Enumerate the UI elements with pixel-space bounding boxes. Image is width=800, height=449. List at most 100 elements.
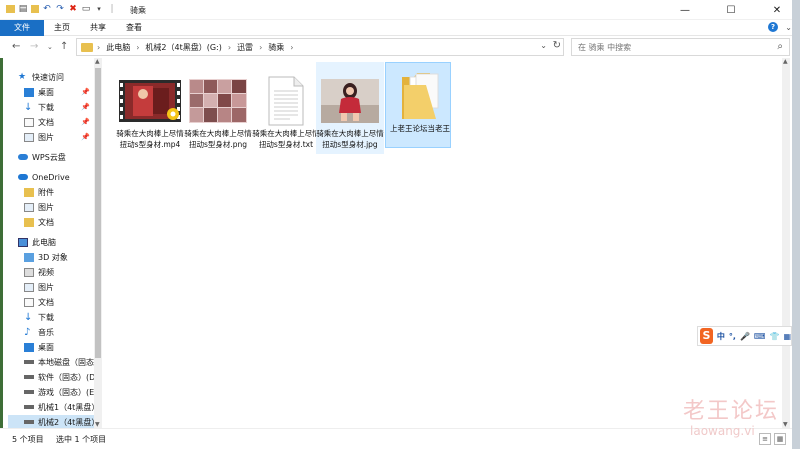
sidebar-item-desktop[interactable]: 桌面 📌 — [24, 85, 92, 99]
sidebar-item-this-pc[interactable]: 此电脑 — [18, 235, 56, 249]
scroll-down-icon[interactable]: ▼ — [783, 421, 788, 428]
chevron-down-icon[interactable]: ⌄ — [540, 41, 547, 50]
scroll-up-icon[interactable]: ▲ — [95, 58, 100, 65]
sidebar-item-drive-e[interactable]: 游戏（固态）(E — [24, 385, 94, 399]
large-icons-view-icon[interactable]: ▦ — [774, 433, 786, 445]
sidebar-item-drive-c[interactable]: 本地磁盘（固态 — [24, 355, 94, 369]
tab-view[interactable]: 查看 — [116, 20, 152, 36]
chevron-right-icon[interactable]: › — [290, 43, 293, 52]
maximize-button[interactable]: ☐ — [708, 0, 754, 20]
skin-icon[interactable]: 👕 — [769, 332, 779, 341]
image-thumbnail — [316, 74, 384, 128]
up-arrow-icon[interactable]: ↑ — [60, 41, 68, 52]
ime-chinese-mode[interactable]: 中 — [717, 331, 725, 342]
rename-icon[interactable]: ▭ — [81, 4, 91, 14]
keyboard-icon[interactable]: ⌨ — [754, 332, 766, 341]
sidebar-item-label: 机械2（4t黑盘） — [38, 417, 94, 427]
sidebar-item-attachments[interactable]: 附件 — [24, 185, 54, 199]
sidebar-item-label: 本地磁盘（固态 — [38, 357, 94, 367]
chevron-right-icon: › — [97, 42, 101, 52]
breadcrumb-xunlei[interactable]: 迅雷 — [237, 42, 253, 53]
pin-icon[interactable]: 📌 — [81, 103, 90, 111]
photo-thumbnail-icon — [321, 79, 379, 123]
pin-icon[interactable]: 📌 — [81, 88, 90, 96]
file-name: 骑乘在大肉棒上尽情扭动s型身材.mp4 — [116, 129, 184, 149]
sidebar-item-music[interactable]: ♪ 音乐 — [24, 325, 54, 339]
sidebar-item-pc-downloads[interactable]: ↓ 下载 — [24, 310, 54, 324]
chevron-right-icon[interactable]: › — [136, 43, 139, 52]
breadcrumb-this-pc[interactable]: 此电脑 — [106, 42, 130, 53]
breadcrumb-current[interactable]: 骑乘 — [268, 42, 284, 53]
back-arrow-icon[interactable]: ← — [12, 41, 20, 52]
tab-share[interactable]: 共享 — [80, 20, 116, 36]
search-box[interactable]: ⌕ — [571, 38, 790, 56]
properties-icon[interactable]: ▤ — [18, 4, 28, 14]
delete-icon[interactable]: ✖ — [68, 4, 78, 14]
sidebar-item-drive-f[interactable]: 机械1（4t黑盘） — [24, 400, 94, 414]
qat-dropdown-icon[interactable]: ▾ — [94, 4, 104, 14]
file-item-jpg[interactable]: 骑乘在大肉棒上尽情扭动s型身材.jpg — [316, 62, 384, 154]
scroll-up-icon[interactable]: ▲ — [783, 58, 788, 65]
expand-ribbon-icon[interactable]: ⌄ — [785, 23, 792, 32]
sidebar-item-od-documents[interactable]: 文档 — [24, 215, 54, 229]
refresh-icon[interactable]: ↻ — [553, 40, 561, 51]
sidebar-item-onedrive[interactable]: OneDrive — [18, 170, 70, 184]
minimize-button[interactable]: — — [662, 0, 708, 20]
scrollbar-thumb[interactable] — [95, 68, 101, 358]
undo-icon[interactable]: ↶ — [42, 4, 52, 14]
folder-item[interactable]: 上老王论坛当老王 — [385, 62, 451, 148]
chevron-right-icon[interactable]: › — [228, 43, 231, 52]
sidebar-item-3d[interactable]: 3D 对象 — [24, 250, 68, 264]
breadcrumb-drive[interactable]: 机械2（4t黑盘）(G:) — [145, 42, 221, 53]
search-input[interactable] — [572, 39, 762, 55]
sidebar-item-od-pictures[interactable]: 图片 — [24, 200, 54, 214]
file-item-png[interactable]: 骑乘在大肉棒上尽情扭动s型身材.png — [184, 68, 252, 154]
video-thumbnail — [116, 74, 184, 128]
file-item-mp4[interactable]: 骑乘在大肉棒上尽情扭动s型身材.mp4 — [116, 68, 184, 154]
folder-icon — [24, 187, 34, 197]
sidebar-item-drive-g[interactable]: 机械2（4t黑盘） — [8, 415, 94, 429]
drive-icon — [24, 360, 34, 364]
sidebar-item-pc-documents[interactable]: 文档 — [24, 295, 54, 309]
search-icon[interactable]: ⌕ — [777, 41, 783, 52]
microphone-icon[interactable]: 🎤 — [740, 332, 750, 341]
scroll-down-icon[interactable]: ▼ — [95, 421, 100, 428]
help-icon[interactable]: ? — [768, 22, 778, 32]
new-folder-icon[interactable] — [31, 5, 39, 13]
chevron-right-icon[interactable]: › — [259, 43, 262, 52]
sidebar-item-videos[interactable]: 视频 — [24, 265, 54, 279]
sogou-logo-icon[interactable]: S — [700, 328, 713, 344]
sidebar-item-quick-access[interactable]: ★ 快速访问 — [18, 70, 64, 84]
sidebar-item-label: 桌面 — [38, 342, 54, 352]
toolbox-icon[interactable]: ▦ — [783, 332, 791, 341]
download-icon: ↓ — [24, 101, 33, 113]
details-view-icon[interactable]: ≡ — [759, 433, 771, 445]
folder-icon — [24, 217, 34, 227]
pin-icon[interactable]: 📌 — [81, 118, 90, 126]
sidebar-item-documents[interactable]: 文档 📌 — [24, 115, 92, 129]
tab-home[interactable]: 主页 — [44, 20, 80, 36]
main-scrollbar[interactable]: ▲ ▼ — [782, 58, 790, 428]
sidebar-item-wps[interactable]: WPS云盘 — [18, 150, 66, 164]
sidebar-item-pc-pictures[interactable]: 图片 — [24, 280, 54, 294]
ime-punctuation[interactable]: °, — [729, 332, 736, 341]
sidebar-scrollbar[interactable]: ▲ ▼ — [94, 58, 102, 428]
sidebar-item-pc-desktop[interactable]: 桌面 — [24, 340, 54, 354]
video-icon — [24, 267, 34, 277]
forward-arrow-icon[interactable]: → — [30, 41, 38, 52]
ime-toolbar[interactable]: S 中 °, 🎤 ⌨ 👕 ▦ — [697, 326, 792, 346]
address-bar[interactable]: › 此电脑 › 机械2（4t黑盘）(G:) › 迅雷 › 骑乘 › ⌄ ↻ — [76, 38, 564, 56]
folder-icon — [402, 73, 439, 119]
sidebar-item-downloads[interactable]: ↓ 下载 📌 — [24, 100, 92, 114]
tab-file[interactable]: 文件 — [0, 20, 44, 36]
sidebar-item-pictures[interactable]: 图片 📌 — [24, 130, 92, 144]
file-item-txt[interactable]: 骑乘在大肉棒上尽情扭动s型身材.txt — [252, 68, 320, 154]
redo-icon[interactable]: ↷ — [55, 4, 65, 14]
picture-icon — [24, 202, 34, 212]
sidebar-item-label: 文档 — [38, 297, 54, 307]
sidebar-item-label: 快速访问 — [32, 72, 64, 82]
sidebar-item-drive-d[interactable]: 软件（固态）(D — [24, 370, 94, 384]
desktop-edge-right — [792, 0, 800, 449]
recent-locations-icon[interactable]: ⌄ — [47, 43, 53, 51]
pin-icon[interactable]: 📌 — [81, 133, 90, 141]
